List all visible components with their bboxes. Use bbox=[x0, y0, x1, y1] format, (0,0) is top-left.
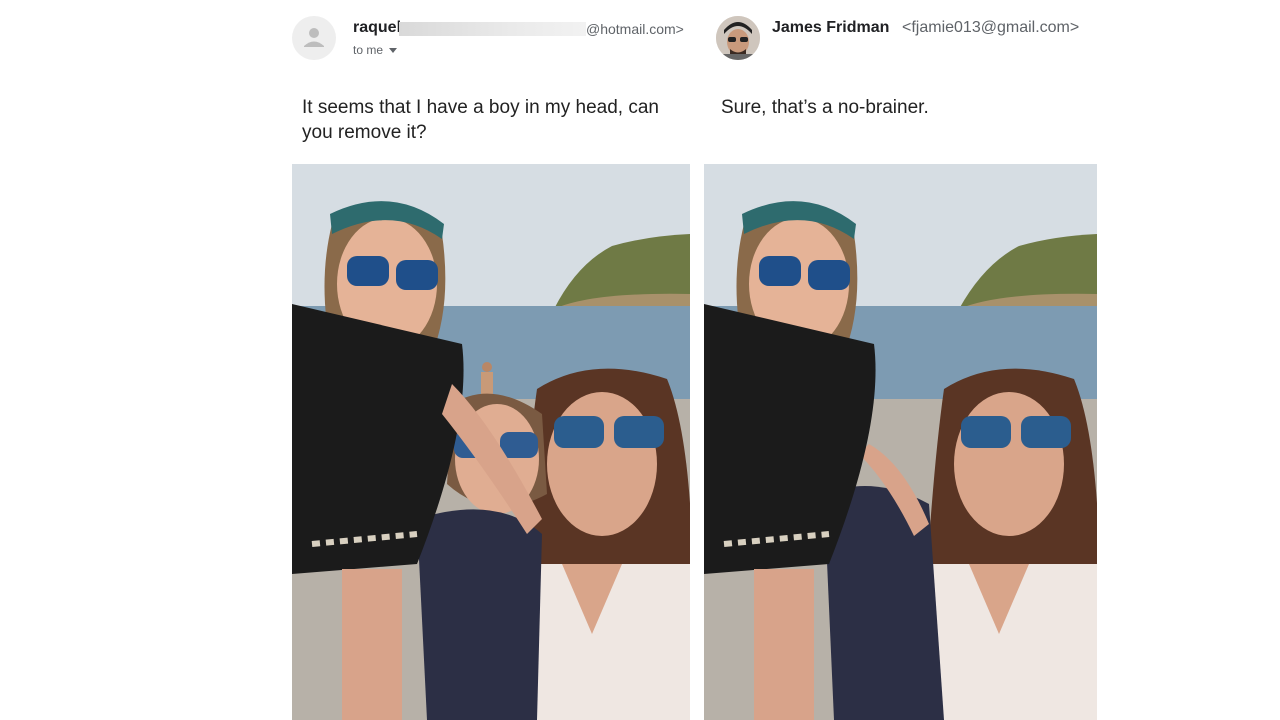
sender-name[interactable]: James Fridman bbox=[772, 19, 889, 37]
reply-email: James Fridman <fjamie013@gmail.com> Sure… bbox=[704, 0, 1097, 720]
sender-avatar[interactable] bbox=[292, 16, 336, 60]
recipient-details-toggle[interactable]: to me bbox=[353, 43, 398, 57]
attached-photo-edited bbox=[704, 164, 1097, 720]
message-body: It seems that I have a boy in my head, c… bbox=[302, 97, 659, 143]
recipient-label: to me bbox=[353, 43, 384, 57]
sender-email: <fjamie013@gmail.com> bbox=[902, 19, 1080, 36]
sender-name[interactable]: raquel bbox=[353, 19, 401, 37]
original-email: raquel @hotmail.com> to me It seems that… bbox=[292, 0, 690, 720]
message-body: Sure, that’s a no-brainer. bbox=[721, 97, 929, 118]
email-header: raquel @hotmail.com> to me bbox=[292, 14, 690, 64]
chevron-down-icon bbox=[389, 47, 398, 53]
redacted-email bbox=[399, 22, 586, 36]
sender-photo bbox=[716, 16, 760, 60]
sender-avatar[interactable] bbox=[716, 16, 760, 60]
person-icon bbox=[304, 28, 324, 47]
email-header: James Fridman <fjamie013@gmail.com> bbox=[704, 14, 1097, 64]
attached-photo-original bbox=[292, 164, 690, 720]
sender-email: @hotmail.com> bbox=[586, 21, 684, 37]
